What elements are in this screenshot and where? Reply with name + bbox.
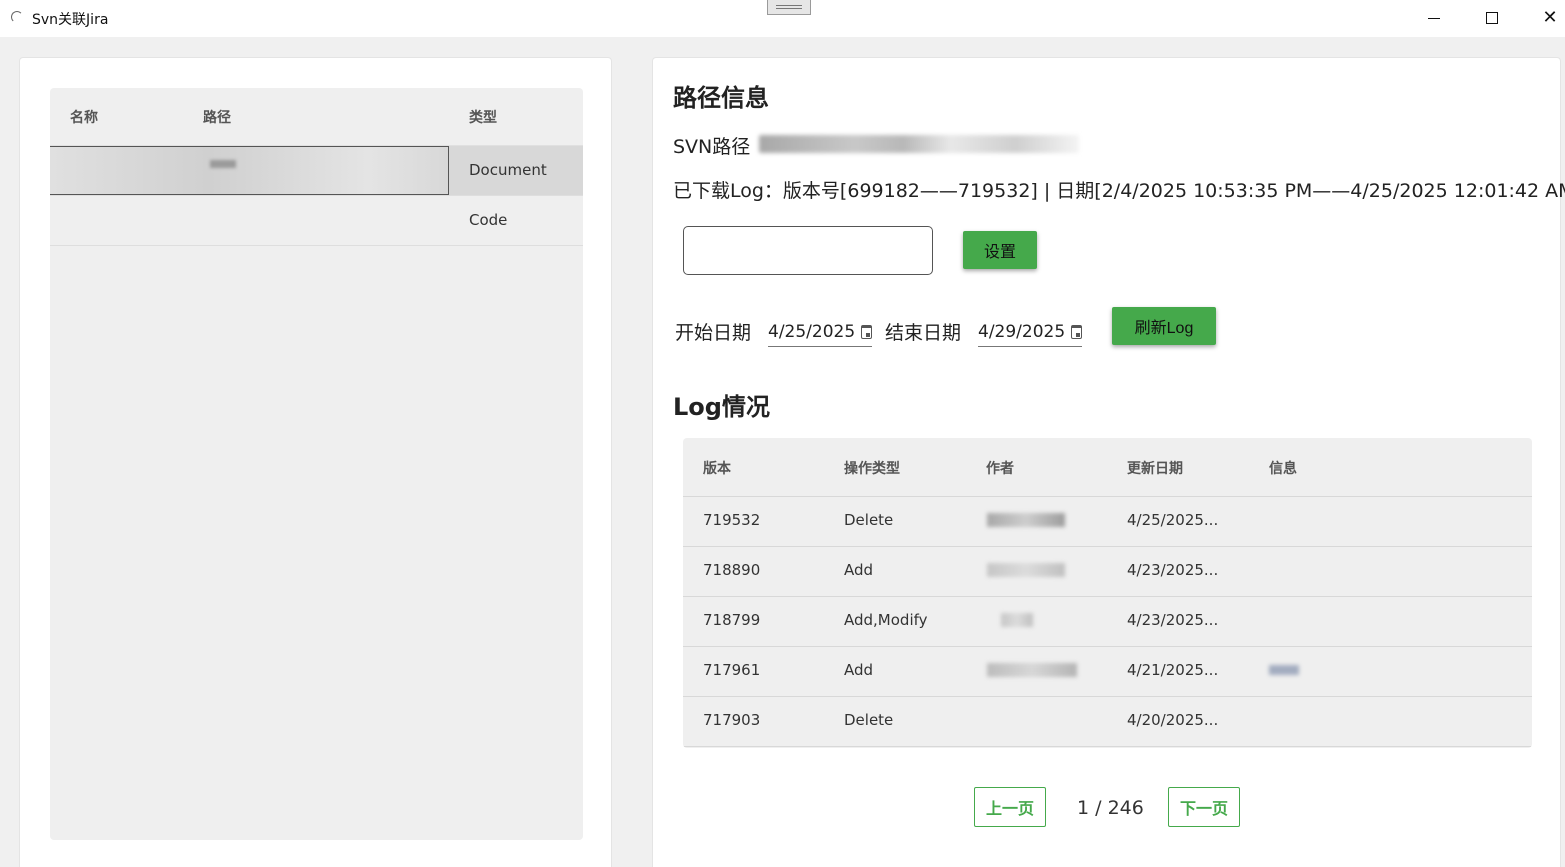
column-header-author[interactable]: 作者 — [986, 458, 1014, 478]
column-header-info[interactable]: 信息 — [1269, 458, 1297, 478]
repository-table: 名称 路径 类型 Document Code — [50, 88, 583, 840]
next-page-button[interactable]: 下一页 — [1168, 787, 1240, 827]
row-date: 4/20/2025... — [1127, 711, 1219, 729]
row-type: Document — [469, 161, 547, 179]
row-version: 719532 — [703, 511, 761, 529]
row-operation: Delete — [844, 511, 894, 529]
calendar-icon[interactable] — [1071, 324, 1082, 339]
close-icon: ✕ — [1542, 7, 1558, 28]
column-header-name[interactable]: 名称 — [70, 107, 98, 127]
redacted-author — [987, 563, 1065, 577]
row-date: 4/21/2025... — [1127, 661, 1219, 679]
svn-path-value — [759, 135, 1079, 153]
close-button[interactable]: ✕ — [1527, 0, 1565, 36]
downloaded-log-info: 已下载Log：版本号[699182——719532] | 日期[2/4/2025… — [673, 180, 1565, 202]
repository-panel: 名称 路径 类型 Document Code — [19, 57, 612, 867]
end-date-label: 结束日期 — [885, 322, 962, 344]
row-version: 717903 — [703, 711, 761, 729]
log-table-header: 版本 操作类型 作者 更新日期 信息 — [683, 438, 1532, 497]
maximize-icon — [1486, 12, 1498, 24]
path-info-title: 路径信息 — [673, 84, 769, 112]
row-version: 717961 — [703, 661, 761, 679]
row-date: 4/23/2025... — [1127, 561, 1219, 579]
row-type: Code — [469, 211, 508, 229]
row-date: 4/23/2025... — [1127, 611, 1219, 629]
column-header-version[interactable]: 版本 — [703, 458, 731, 478]
column-header-date[interactable]: 更新日期 — [1127, 458, 1183, 478]
table-row[interactable]: Code — [50, 196, 583, 246]
maximize-button[interactable] — [1469, 0, 1515, 36]
minimize-icon — [1428, 17, 1440, 19]
minimize-button[interactable] — [1411, 0, 1457, 36]
redacted-path-cell[interactable] — [50, 146, 449, 195]
table-row[interactable]: 718890 Add 4/23/2025... — [683, 547, 1532, 597]
row-operation: Add,Modify — [844, 611, 928, 629]
log-table: 版本 操作类型 作者 更新日期 信息 719532 Delete 4/25/20… — [683, 438, 1532, 748]
table-row[interactable]: 717903 Delete 4/20/2025... — [683, 697, 1532, 747]
table-row[interactable]: 719532 Delete 4/25/2025... — [683, 497, 1532, 547]
row-version: 718890 — [703, 561, 761, 579]
path-input[interactable] — [683, 226, 933, 275]
table-row[interactable]: Document — [50, 146, 583, 196]
start-date-picker[interactable]: 4/25/2025 — [768, 317, 872, 347]
row-date: 4/25/2025... — [1127, 511, 1219, 529]
drag-handle[interactable] — [767, 0, 811, 15]
table-row[interactable]: 717961 Add 4/21/2025... — [683, 647, 1532, 697]
row-operation: Add — [844, 561, 874, 579]
title-bar: Svn关联Jira ✕ — [0, 0, 1565, 37]
refresh-log-button[interactable]: 刷新Log — [1112, 307, 1216, 345]
row-version: 718799 — [703, 611, 761, 629]
log-status-title: Log情况 — [673, 393, 770, 421]
column-header-operation[interactable]: 操作类型 — [844, 458, 900, 478]
column-header-type[interactable]: 类型 — [469, 107, 497, 127]
table-row[interactable]: 718799 Add,Modify 4/23/2025... — [683, 597, 1532, 647]
column-header-path[interactable]: 路径 — [203, 107, 231, 127]
redacted-author — [987, 663, 1077, 677]
end-date-value: 4/29/2025 — [978, 321, 1066, 342]
row-operation: Add — [844, 661, 874, 679]
repository-table-header: 名称 路径 类型 — [50, 88, 583, 146]
app-icon — [11, 11, 23, 23]
start-date-value: 4/25/2025 — [768, 321, 856, 342]
redacted-text — [210, 160, 236, 168]
start-date-label: 开始日期 — [675, 322, 752, 344]
redacted-author — [1001, 613, 1033, 627]
details-panel: 路径信息 SVN路径 已下载Log：版本号[699182——719532] | … — [652, 57, 1565, 867]
window-title: Svn关联Jira — [32, 12, 109, 28]
row-operation: Delete — [844, 711, 894, 729]
end-date-picker[interactable]: 4/29/2025 — [978, 317, 1082, 347]
set-button[interactable]: 设置 — [963, 231, 1037, 269]
prev-page-button[interactable]: 上一页 — [974, 787, 1046, 827]
svn-path-label: SVN路径 — [673, 136, 751, 158]
redacted-author — [987, 513, 1065, 527]
page-indicator: 1 / 246 — [1077, 797, 1144, 819]
redacted-info — [1269, 665, 1299, 675]
calendar-icon[interactable] — [861, 324, 872, 339]
